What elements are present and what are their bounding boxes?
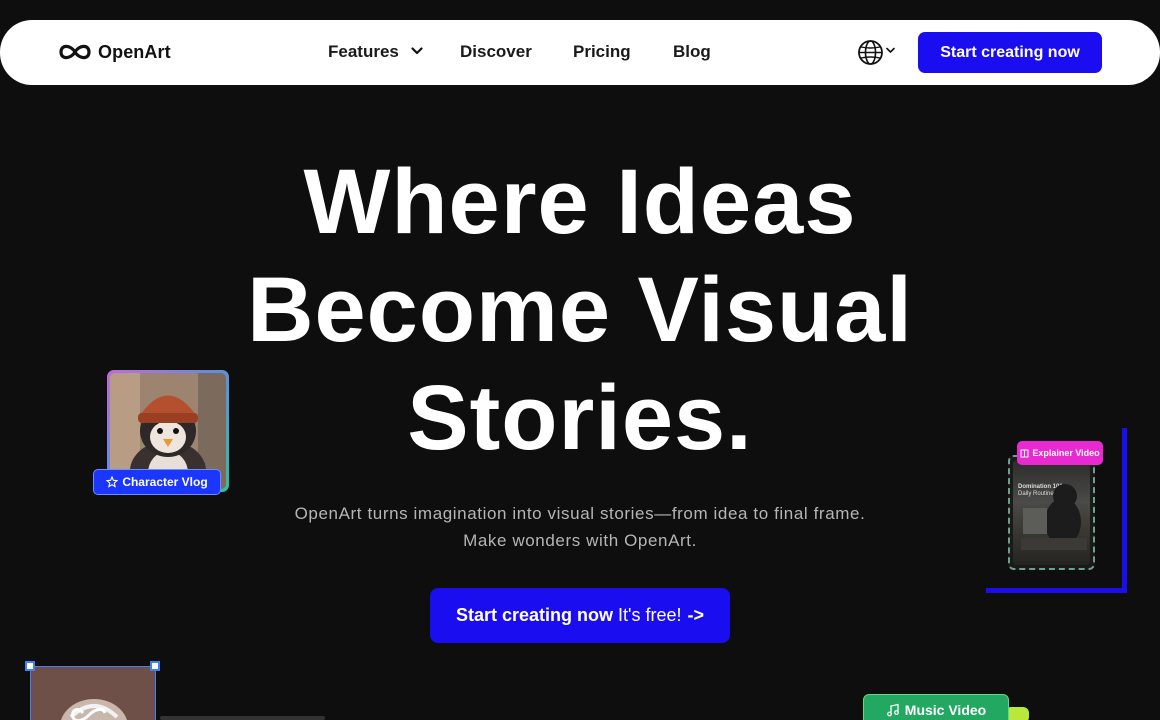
- globe-icon[interactable]: [857, 39, 884, 66]
- hero-title-line: Where Ideas: [303, 151, 857, 253]
- nav-blog[interactable]: Blog: [673, 42, 711, 62]
- logo[interactable]: OpenArt: [57, 41, 171, 63]
- character-vlog-label: Character Vlog: [122, 475, 208, 489]
- resize-handle[interactable]: [150, 661, 160, 671]
- explainer-video-label: Explainer Video: [1032, 448, 1100, 458]
- chevron-down-icon[interactable]: [411, 46, 423, 56]
- cat-illustration: [1021, 484, 1087, 550]
- hero-subtitle-line: OpenArt turns imagination into visual st…: [294, 504, 866, 523]
- start-creating-button[interactable]: Start creating now: [918, 32, 1102, 73]
- nav-pricing[interactable]: Pricing: [573, 42, 631, 62]
- explainer-frame-line: [986, 588, 1127, 593]
- hero-title-line: Become Visual: [247, 259, 913, 361]
- brand-name: OpenArt: [98, 41, 171, 62]
- infinity-logo-icon: [59, 44, 91, 60]
- explainer-frame-line: [1122, 428, 1127, 592]
- star-icon: [106, 476, 119, 488]
- book-icon: [1020, 449, 1029, 457]
- nav-discover[interactable]: Discover: [460, 42, 532, 62]
- nav-features[interactable]: Features: [328, 42, 399, 62]
- music-video-badge[interactable]: Music Video: [863, 694, 1009, 720]
- language-chevron-icon[interactable]: [886, 47, 895, 54]
- explainer-video-badge[interactable]: Explainer Video: [1017, 441, 1103, 465]
- hero-subtitle: OpenArt turns imagination into visual st…: [0, 500, 1160, 554]
- hero-cta-free-label: It's free!: [618, 605, 682, 625]
- timeline-track: [160, 716, 325, 720]
- character-vlog-badge[interactable]: Character Vlog: [93, 469, 221, 495]
- explainer-video-thumbnail: Domination 101 Daily Routines: [1013, 460, 1090, 565]
- explainer-video-card[interactable]: Domination 101 Daily Routines: [1008, 455, 1095, 570]
- hero-cta-button[interactable]: Start creating now It's free! ->: [430, 588, 730, 643]
- music-note-icon: [886, 703, 899, 717]
- portrait-illustration: [31, 667, 155, 720]
- hero-cta-label: Start creating now: [455, 605, 614, 625]
- resize-handle[interactable]: [25, 661, 35, 671]
- hero-subtitle-line: Make wonders with OpenArt.: [463, 531, 697, 550]
- selected-image-card[interactable]: [30, 666, 156, 720]
- hero-cta-arrow: ->: [687, 605, 704, 625]
- music-video-label: Music Video: [904, 702, 987, 718]
